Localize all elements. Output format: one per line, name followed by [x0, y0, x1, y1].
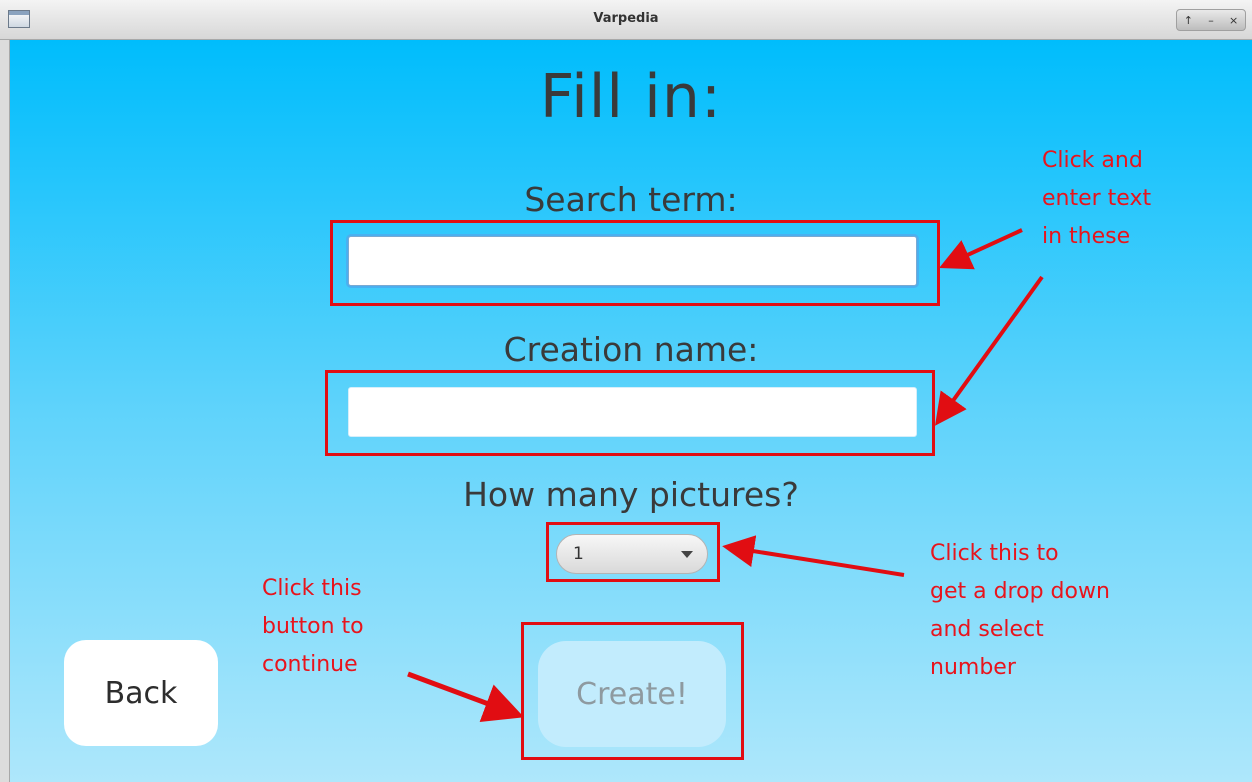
- window-controls: ↑ – ×: [1176, 9, 1246, 31]
- window-left-border: [0, 40, 10, 782]
- create-button-highlight: [521, 622, 744, 760]
- pictures-count-label: How many pictures?: [463, 475, 799, 514]
- text-inputs-annotation: Click and enter text in these: [1042, 148, 1152, 249]
- window-title: Varpedia: [593, 11, 659, 26]
- create-button-annotation: Click this button to continue: [262, 576, 364, 677]
- arrow-to-dropdown: [722, 535, 905, 577]
- maximize-icon[interactable]: ↑: [1179, 14, 1197, 27]
- dropdown-annotation: Click this to get a drop down and select…: [930, 541, 1110, 680]
- close-icon[interactable]: ×: [1225, 14, 1243, 27]
- dropdown-highlight: [546, 522, 720, 582]
- app-window: Varpedia ↑ – × Fill in: Search term: Cre…: [0, 0, 1252, 782]
- back-button[interactable]: Back: [64, 640, 218, 746]
- search-input-highlight: [330, 220, 940, 306]
- arrow-to-search-input: [939, 228, 1023, 270]
- arrow-to-create-button: [407, 671, 525, 723]
- page-title: Fill in:: [539, 62, 723, 132]
- main-content: Fill in: Search term: Creation name: How…: [10, 40, 1252, 782]
- title-bar[interactable]: Varpedia ↑ – ×: [0, 0, 1252, 40]
- minimize-icon[interactable]: –: [1202, 14, 1220, 27]
- creation-input-highlight: [325, 370, 935, 456]
- creation-name-label: Creation name:: [503, 330, 759, 369]
